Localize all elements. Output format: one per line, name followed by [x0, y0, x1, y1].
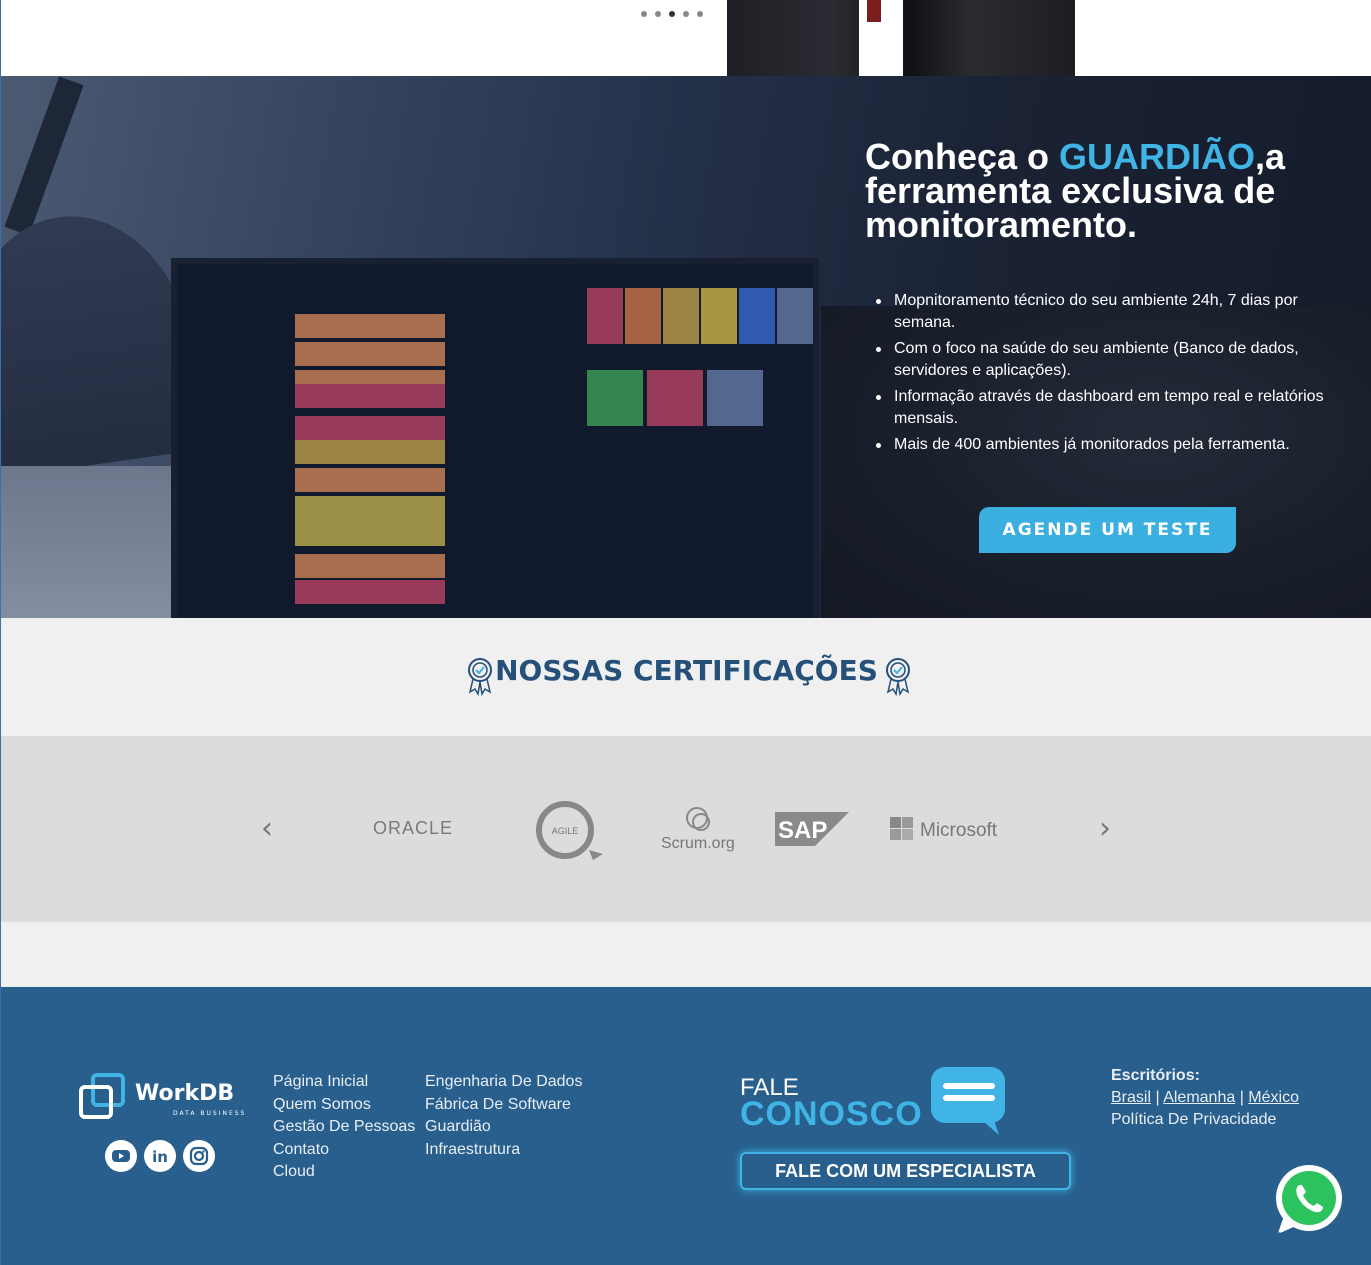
- slider-dot[interactable]: [697, 11, 703, 17]
- footer-nav-col2: Engenharia De Dados Fábrica De Software …: [425, 1071, 582, 1161]
- footer-link-engenharia-dados[interactable]: Engenharia De Dados: [425, 1071, 582, 1094]
- list-item: Mopnitoramento técnico do seu ambiente 2…: [875, 290, 1355, 334]
- offices-label: Escritórios:: [1111, 1067, 1200, 1084]
- slider-dot-active[interactable]: [669, 11, 675, 17]
- footer-nav-col1: Página Inicial Quem Somos Gestão De Pess…: [273, 1071, 415, 1184]
- award-badge-icon: [886, 658, 910, 696]
- scrum-logo: Scrum.org: [659, 804, 739, 854]
- oracle-logo: ORACLE: [373, 818, 454, 838]
- office-link-brasil[interactable]: Brasil: [1111, 1089, 1151, 1106]
- slider-dot[interactable]: [683, 11, 689, 17]
- hero-title: Conheça o GUARDIÃO,a ferramenta exclusiv…: [865, 136, 1286, 245]
- fale-conosco-heading: FALE CONOSCO: [740, 1074, 923, 1133]
- youtube-icon[interactable]: [105, 1140, 137, 1172]
- svg-text:Microsoft: Microsoft: [920, 820, 998, 841]
- footer-link-cloud[interactable]: Cloud: [273, 1161, 415, 1184]
- agile-logo: AGILE: [533, 798, 605, 862]
- linkedin-icon[interactable]: in: [144, 1140, 176, 1172]
- certifications-header: NOSSAS CERTIFICAÇÕES: [1, 618, 1371, 736]
- footer-link-infraestrutura[interactable]: Infraestrutura: [425, 1139, 582, 1162]
- hero-bullets: Mopnitoramento técnico do seu ambiente 2…: [875, 290, 1355, 460]
- office-link-mexico[interactable]: México: [1248, 1089, 1299, 1106]
- person-image: [727, 0, 1075, 76]
- footer-link-gestao-pessoas[interactable]: Gestão De Pessoas: [273, 1116, 415, 1139]
- sap-logo: SAP: [775, 812, 849, 846]
- list-item: Com o foco na saúde do seu ambiente (Ban…: [875, 338, 1355, 382]
- agende-teste-button[interactable]: AGENDE UM TESTE: [979, 507, 1236, 553]
- footer-link-contato[interactable]: Contato: [273, 1139, 415, 1162]
- slider-dot[interactable]: [655, 11, 661, 17]
- brand-tagline: DATA BUSINESS: [173, 1110, 247, 1117]
- certifications-title: NOSSAS CERTIFICAÇÕES: [495, 654, 878, 687]
- svg-text:Scrum.org: Scrum.org: [661, 835, 735, 852]
- footer-link-quem-somos[interactable]: Quem Somos: [273, 1094, 415, 1117]
- microsoft-logo: Microsoft: [889, 816, 1009, 842]
- svg-text:AGILE: AGILE: [552, 826, 579, 836]
- chat-bubble-icon: [931, 1067, 1005, 1135]
- svg-text:in: in: [152, 1148, 168, 1166]
- certifications-carousel: ‹ ORACLE AGILE Scrum.org SAP Microsoft ›: [1, 736, 1371, 922]
- privacy-link[interactable]: Política De Privacidade: [1111, 1109, 1299, 1131]
- instagram-icon[interactable]: [183, 1140, 215, 1172]
- whatsapp-icon[interactable]: [1272, 1163, 1346, 1237]
- workdb-logo-icon: [79, 1073, 125, 1119]
- office-link-alemanha[interactable]: Alemanha: [1163, 1089, 1235, 1106]
- slider-strip: [1, 0, 1371, 76]
- list-item: Informação através de dashboard em tempo…: [875, 386, 1355, 430]
- footer-link-pagina-inicial[interactable]: Página Inicial: [273, 1071, 415, 1094]
- slider-dot[interactable]: [641, 11, 647, 17]
- list-item: Mais de 400 ambientes já monitorados pel…: [875, 434, 1355, 456]
- workdb-logo[interactable]: WorkDB DATA BUSINESS: [79, 1073, 244, 1125]
- slider-dots: [641, 11, 703, 17]
- footer-link-guardiao[interactable]: Guardião: [425, 1116, 582, 1139]
- spacer-band: [1, 922, 1371, 987]
- footer-link-fabrica-software[interactable]: Fábrica De Software: [425, 1094, 582, 1117]
- brand-name: WorkDB: [135, 1081, 235, 1106]
- site-footer: WorkDB DATA BUSINESS in Página Inicial Q…: [1, 987, 1371, 1265]
- carousel-next-icon[interactable]: ›: [1099, 814, 1119, 844]
- carousel-prev-icon[interactable]: ‹: [261, 814, 281, 844]
- guardiao-hero: Conheça o GUARDIÃO,a ferramenta exclusiv…: [1, 76, 1371, 618]
- offices-block: Escritórios: Brasil | Alemanha | México …: [1111, 1065, 1299, 1131]
- separator: |: [1155, 1089, 1160, 1106]
- fale-especialista-button[interactable]: FALE COM UM ESPECIALISTA: [740, 1152, 1071, 1190]
- svg-text:SAP: SAP: [778, 817, 827, 844]
- separator: |: [1239, 1089, 1244, 1106]
